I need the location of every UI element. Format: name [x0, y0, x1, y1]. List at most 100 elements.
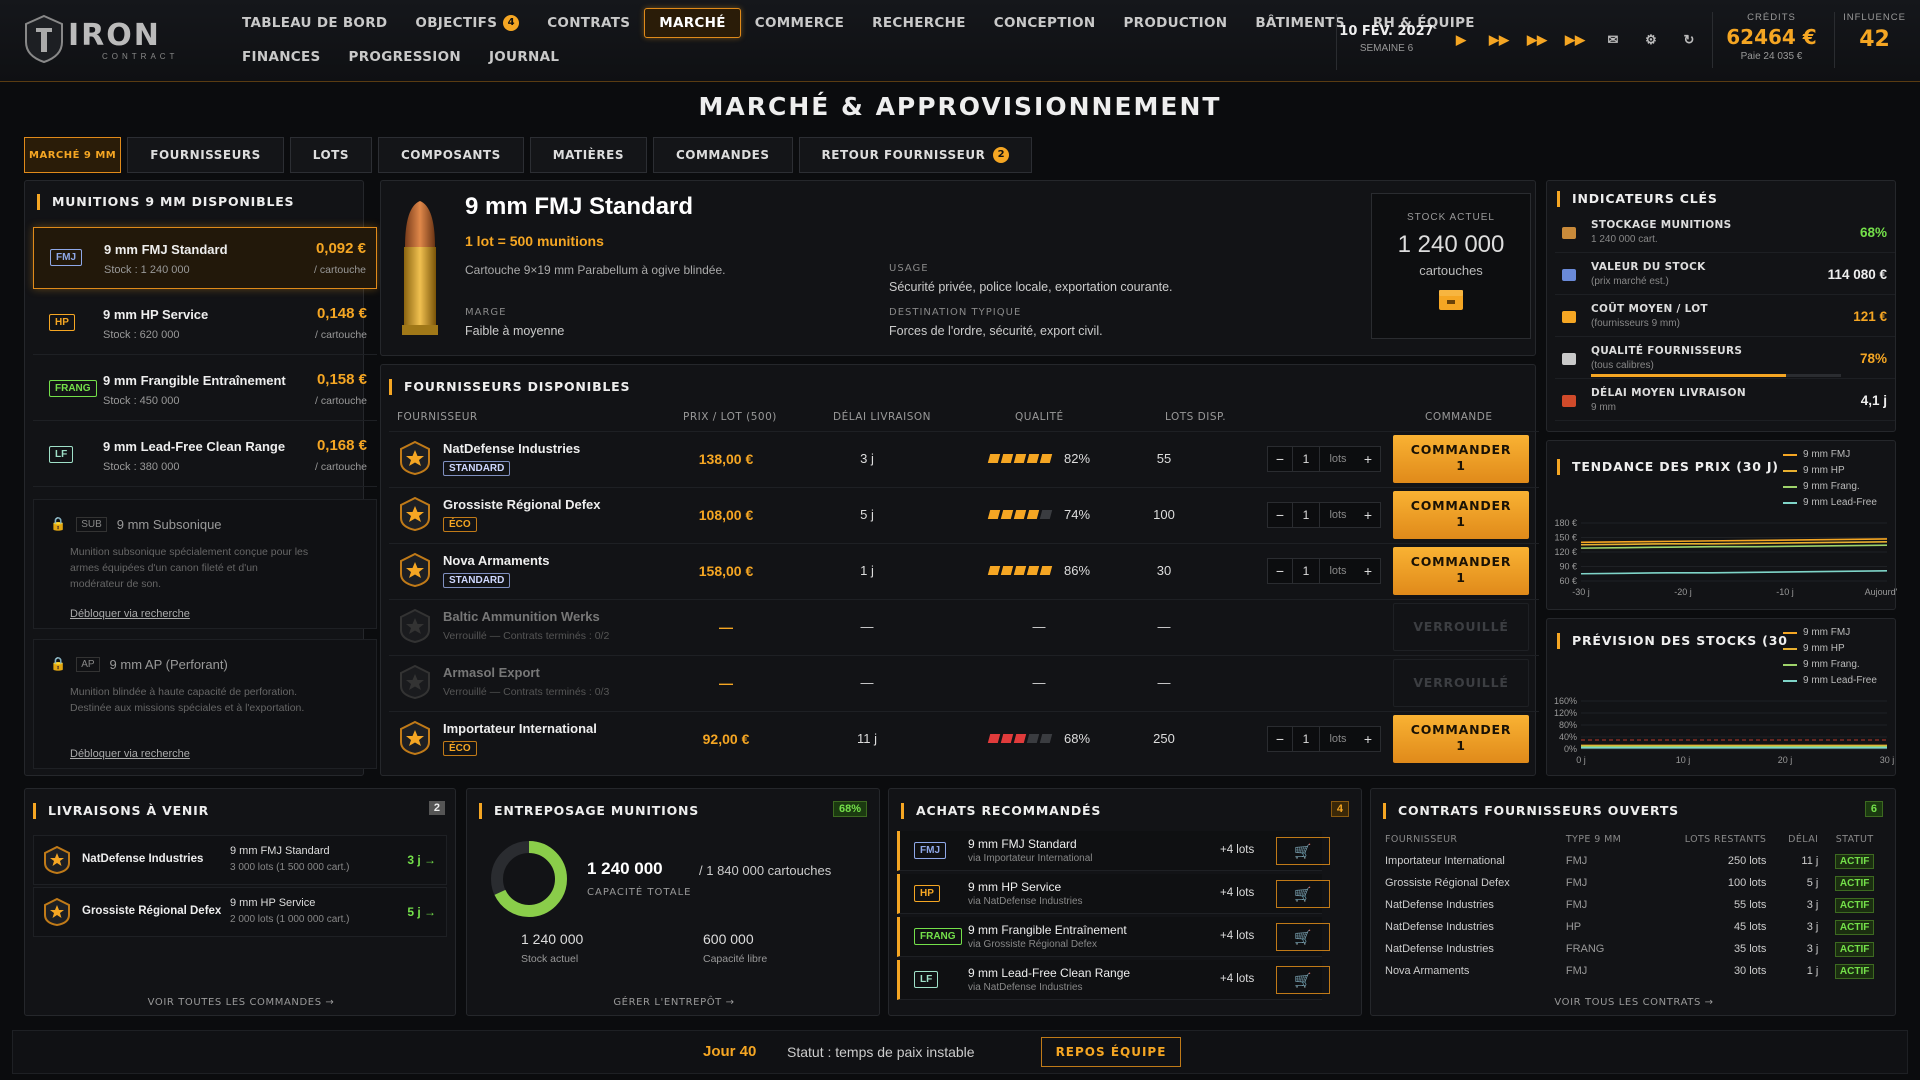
ammo-item[interactable]: FRANG 9 mm Frangible Entraînement Stock : …	[33, 359, 377, 421]
ammo-item[interactable]: FMJ 9 mm FMJ Standard Stock : 1 240 000 0,0…	[33, 227, 377, 289]
cart-icon[interactable]: 🛒	[1276, 837, 1330, 865]
delivery-row[interactable]: Grossiste Régional Defex 9 mm HP Service 2…	[33, 887, 447, 937]
fast-forward-icon[interactable]: ▶▶	[1484, 26, 1514, 54]
refresh-icon[interactable]: ↻	[1674, 26, 1704, 54]
ammo-tag: HP	[49, 314, 75, 331]
quality-segment	[987, 566, 1001, 575]
credits-label: CRÉDITS	[1747, 12, 1796, 23]
rest-team-button[interactable]: REPOS ÉQUIPE	[1041, 1037, 1181, 1067]
nav-commerce[interactable]: COMMERCE	[741, 9, 858, 37]
contract-row[interactable]: NatDefense Industries FRANG 35 lots 3 j ACTI…	[1381, 938, 1887, 960]
ammo-item[interactable]: HP 9 mm HP Service Stock : 620 000 0,148 € /…	[33, 293, 377, 355]
gear-icon[interactable]: ⚙	[1636, 26, 1666, 54]
order-button[interactable]: COMMANDER 1	[1393, 491, 1529, 539]
cart-icon[interactable]: 🛒	[1276, 966, 1330, 994]
unlock-research-link[interactable]: Débloquer via recherche	[70, 748, 190, 760]
nav-journal[interactable]: JOURNAL	[475, 43, 573, 71]
plus-icon[interactable]: +	[1356, 507, 1380, 523]
mail-icon[interactable]: ✉	[1598, 26, 1628, 54]
tab-fournisseurs[interactable]: FOURNISSEURS	[127, 137, 284, 173]
contract-cell: Grossiste Régional Defex	[1385, 877, 1510, 889]
tab-matieres[interactable]: MATIÈRES	[529, 137, 647, 173]
kpi-value: 68%	[1859, 225, 1887, 240]
minus-icon[interactable]: −	[1268, 563, 1292, 579]
plus-icon[interactable]: +	[1356, 563, 1380, 579]
quantity-value[interactable]: 1	[1292, 559, 1320, 583]
nav-finances[interactable]: FINANCES	[228, 43, 335, 71]
margin-label: MARGE	[465, 307, 507, 318]
tab-commandes[interactable]: COMMANDES	[652, 137, 793, 173]
rec-tag: LF	[914, 971, 939, 988]
credits-value: 62464 €	[1726, 25, 1817, 49]
contract-row[interactable]: NatDefense Industries FMJ 55 lots 3 j ACTIF	[1381, 894, 1887, 916]
tab-lots[interactable]: LOTS	[289, 137, 372, 173]
contract-row[interactable]: Grossiste Régional Defex FMJ 100 lots 5 j AC…	[1381, 872, 1887, 894]
tab-retour-fournisseur[interactable]: RETOUR FOURNISSEUR 2	[798, 137, 1033, 173]
contract-cell: NatDefense Industries	[1385, 943, 1494, 955]
contract-row[interactable]: Nova Armaments FMJ 30 lots 1 j ACTIF	[1381, 960, 1887, 982]
supplier-tag: ÉCO	[443, 517, 477, 532]
x-tick-label: Aujourd'hui	[1865, 587, 1897, 597]
cart-icon[interactable]: 🛒	[1276, 880, 1330, 908]
supplier-delay-empty: —	[860, 619, 874, 634]
quantity-value[interactable]: 1	[1292, 503, 1320, 527]
order-button[interactable]: COMMANDER 1	[1393, 547, 1529, 595]
locked-ammo-desc: Munition subsonique spécialement conçue …	[70, 546, 309, 590]
view-all-contracts-link[interactable]: VOIR TOUS LES CONTRATS →	[1371, 997, 1897, 1008]
y-tick-label: 80%	[1559, 720, 1577, 730]
deliveries-count: 2	[428, 801, 445, 815]
cart-icon[interactable]: 🛒	[1276, 923, 1330, 951]
stock-forecast-panel: PRÉVISION DES STOCKS (30 J) 9 mm FMJ 9 mm…	[1546, 618, 1896, 776]
nav-production[interactable]: PRODUCTION	[1109, 9, 1241, 37]
storage-free-label: Capacité libre	[703, 953, 768, 965]
usage-value: Sécurité privée, police locale, exportat…	[889, 280, 1173, 294]
delivery-row[interactable]: NatDefense Industries 9 mm FMJ Standard 3 …	[33, 835, 447, 885]
kpi-sub: 1 240 000 cart.	[1591, 234, 1658, 245]
supplier-delay: 5 j	[860, 507, 874, 522]
supplier-quality: 86%	[987, 563, 1109, 578]
contract-row[interactable]: Importateur International FMJ 250 lots 11 j…	[1381, 850, 1887, 872]
supplier-lots: 30	[1156, 563, 1172, 578]
unlock-research-link[interactable]: Débloquer via recherche	[70, 608, 190, 620]
quality-segment	[1000, 734, 1014, 743]
nav-recherche[interactable]: RECHERCHE	[858, 9, 980, 37]
y-tick-label: 0%	[1564, 744, 1577, 754]
game-logo[interactable]: IRON CONTRACT	[22, 12, 197, 66]
ammo-tag: FRANG	[49, 380, 97, 397]
nav-progression[interactable]: PROGRESSION	[335, 43, 475, 71]
nav-contrats[interactable]: CONTRATS	[533, 9, 644, 37]
nav-objectifs[interactable]: OBJECTIFS 4	[401, 9, 533, 37]
nav-conception[interactable]: CONCEPTION	[980, 9, 1110, 37]
order-button[interactable]: COMMANDER 1	[1393, 715, 1529, 763]
minus-icon[interactable]: −	[1268, 451, 1292, 467]
supplier-delay: 1 j	[860, 563, 874, 578]
faster-forward-icon[interactable]: ▶▶	[1522, 26, 1552, 54]
locked-ammo-desc: Munition blindée à haute capacité de per…	[70, 686, 305, 714]
quantity-value[interactable]: 1	[1292, 447, 1320, 471]
manage-warehouse-link[interactable]: GÉRER L'ENTREPÔT →	[467, 997, 881, 1008]
fastest-forward-icon[interactable]: ▶▶	[1560, 26, 1590, 54]
quantity-value[interactable]: 1	[1292, 727, 1320, 751]
play-icon[interactable]: ▶	[1446, 26, 1476, 54]
recommended-row: FMJ 9 mm FMJ Standard via Importateur Inte…	[897, 831, 1330, 871]
tab-composants[interactable]: COMPOSANTS	[377, 137, 524, 173]
plus-icon[interactable]: +	[1356, 451, 1380, 467]
margin-value: Faible à moyenne	[465, 324, 565, 338]
product-lot-size: 1 lot = 500 munitions	[465, 233, 604, 249]
contract-cell: ACTIF	[1822, 894, 1887, 916]
order-button[interactable]: COMMANDER 1	[1393, 435, 1529, 483]
nav-marche[interactable]: MARCHÉ	[644, 8, 741, 38]
order-button-label: COMMANDER	[1410, 722, 1512, 737]
logo-text: IRON	[68, 18, 161, 53]
kpi-row: STOCKAGE MUNITIONS 1 240 000 cart. 68%	[1555, 213, 1895, 253]
minus-icon[interactable]: −	[1268, 731, 1292, 747]
minus-icon[interactable]: −	[1268, 507, 1292, 523]
contract-cell: ACTIF	[1822, 938, 1887, 960]
view-all-orders-link[interactable]: VOIR TOUTES LES COMMANDES →	[25, 997, 457, 1008]
ammo-item[interactable]: LF 9 mm Lead-Free Clean Range Stock : 380 …	[33, 425, 377, 487]
plus-icon[interactable]: +	[1356, 731, 1380, 747]
locked-order-button: VERROUILLÉ	[1393, 603, 1529, 651]
tab-marche-9-mm[interactable]: MARCHÉ 9 MM	[24, 137, 122, 173]
contract-row[interactable]: NatDefense Industries HP 45 lots 3 j ACTIF	[1381, 916, 1887, 938]
nav-tableau-de-bord[interactable]: TABLEAU DE BORD	[228, 9, 401, 37]
